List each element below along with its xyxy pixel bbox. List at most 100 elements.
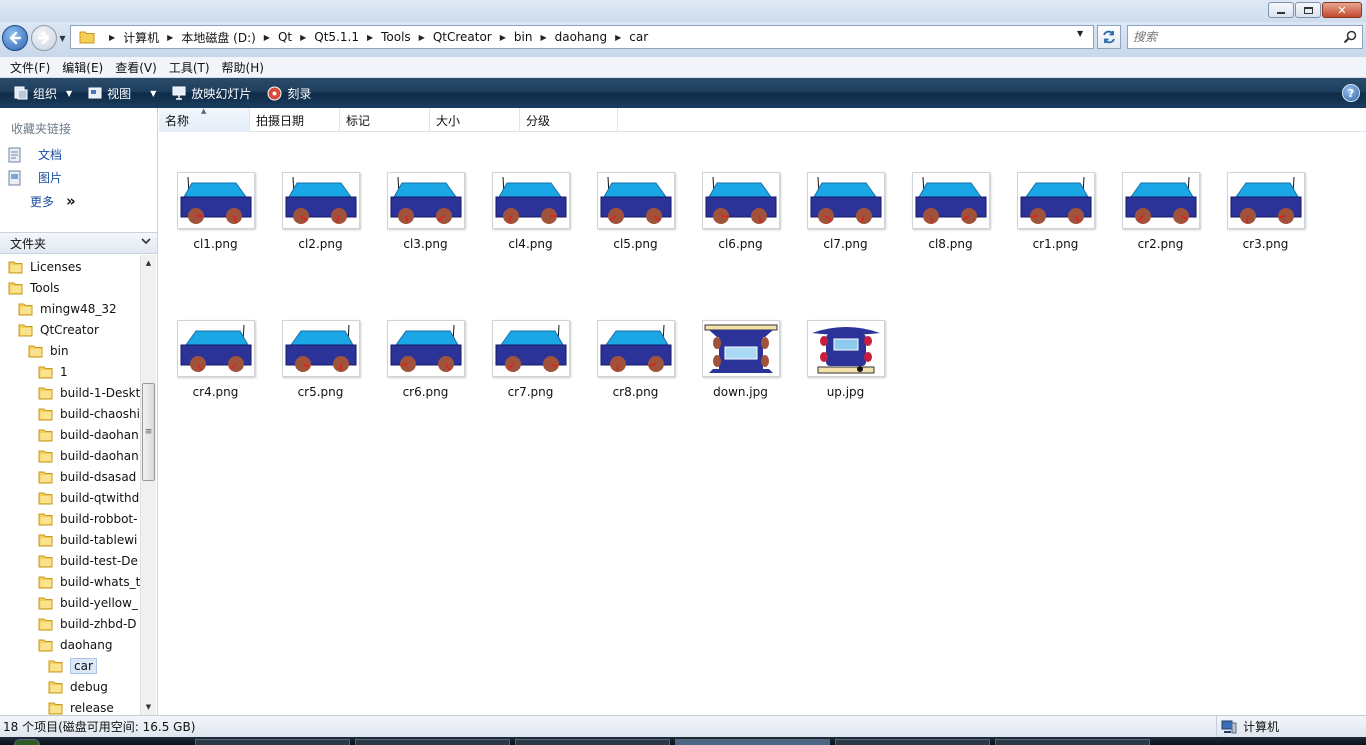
file-item[interactable]: cr8.png (583, 320, 688, 415)
file-thumbnail[interactable] (596, 320, 675, 377)
file-thumbnail[interactable] (386, 172, 465, 229)
tree-item[interactable]: build-zhbd-D (38, 613, 137, 634)
column-date-taken[interactable]: 拍摄日期 (250, 108, 340, 132)
search-input[interactable] (1133, 30, 1333, 44)
file-thumbnail[interactable] (176, 172, 255, 229)
tree-item[interactable]: daohang (38, 634, 113, 655)
file-item[interactable]: cl2.png (268, 172, 373, 267)
address-bar[interactable]: ▶ 计算机 ▶ 本地磁盘 (D:) ▶ Qt ▶ Qt5.1.1 ▶ Tools ▶ QtCreat… (70, 25, 1094, 49)
help-button[interactable]: ? (1342, 84, 1360, 102)
taskbar-button[interactable] (195, 739, 350, 745)
tree-item[interactable]: debug (48, 676, 108, 697)
tree-item[interactable]: build-yellow_ (38, 592, 138, 613)
tree-item[interactable]: build-1-Deskt (38, 382, 140, 403)
file-thumbnail[interactable] (281, 172, 360, 229)
breadcrumb-item[interactable]: Qt5.1.1 (314, 26, 359, 48)
scroll-down-button[interactable]: ▼ (141, 699, 156, 715)
breadcrumb-item[interactable]: bin (514, 26, 533, 48)
breadcrumb-separator[interactable]: ▶ (264, 33, 270, 42)
file-thumbnail[interactable] (281, 320, 360, 377)
tree-item[interactable]: build-robbot- (38, 508, 137, 529)
file-thumbnail[interactable] (806, 172, 885, 229)
file-thumbnail[interactable] (701, 320, 780, 377)
breadcrumb-separator[interactable]: ▶ (500, 33, 506, 42)
file-item[interactable]: cl1.png (163, 172, 268, 267)
maximize-button[interactable] (1295, 2, 1321, 18)
favorite-pictures[interactable]: 图片 (8, 169, 62, 186)
file-item[interactable]: up.jpg (793, 320, 898, 415)
tree-item[interactable]: build-daohan (38, 424, 139, 445)
file-thumbnail[interactable] (176, 320, 255, 377)
taskbar-button[interactable] (835, 739, 990, 745)
tree-item[interactable]: build-dsasad (38, 466, 136, 487)
start-button[interactable] (14, 739, 40, 745)
taskbar-button-active[interactable] (675, 739, 830, 745)
tree-item[interactable]: build-tablewi (38, 529, 137, 550)
file-thumbnail[interactable] (491, 320, 570, 377)
tree-item[interactable]: QtCreator (18, 319, 99, 340)
tree-item[interactable]: mingw48_32 (18, 298, 117, 319)
refresh-button[interactable] (1097, 25, 1121, 49)
folder-tree-scrollbar[interactable]: ▲ ≡ ▼ (140, 255, 156, 715)
tree-item[interactable]: car (48, 655, 97, 676)
menu-file[interactable]: 文件(F) (4, 59, 56, 76)
file-item[interactable]: cr4.png (163, 320, 268, 415)
back-button[interactable] (2, 25, 28, 51)
close-button[interactable]: ✕ (1322, 2, 1362, 18)
column-rating[interactable]: 分级 (520, 108, 618, 132)
menu-edit[interactable]: 编辑(E) (56, 59, 109, 76)
file-thumbnail[interactable] (386, 320, 465, 377)
menu-view[interactable]: 查看(V) (109, 59, 163, 76)
file-item[interactable]: cl5.png (583, 172, 688, 267)
file-item[interactable]: cr2.png (1108, 172, 1213, 267)
favorite-documents[interactable]: 文档 (8, 146, 62, 163)
breadcrumb-item[interactable]: Qt (278, 26, 292, 48)
breadcrumb-separator[interactable]: ▶ (419, 33, 425, 42)
taskbar-button[interactable] (355, 739, 510, 745)
scroll-thumb[interactable]: ≡ (142, 383, 155, 481)
file-thumbnail[interactable] (911, 172, 990, 229)
breadcrumb-item[interactable]: Tools (381, 26, 411, 48)
column-tags[interactable]: 标记 (340, 108, 430, 132)
breadcrumb-item[interactable]: 本地磁盘 (D:) (181, 26, 255, 48)
forward-button[interactable] (31, 25, 57, 51)
file-thumbnail[interactable] (596, 172, 675, 229)
file-item[interactable]: cl3.png (373, 172, 478, 267)
minimize-button[interactable] (1268, 2, 1294, 18)
breadcrumb-item[interactable]: car (629, 26, 648, 48)
tree-item[interactable]: build-test-De (38, 550, 138, 571)
tree-item[interactable]: build-whats_t (38, 571, 140, 592)
folders-header[interactable]: 文件夹 (0, 232, 157, 254)
file-thumbnail[interactable] (491, 172, 570, 229)
tree-item[interactable]: build-qtwithd (38, 487, 139, 508)
favorite-more[interactable]: 更多 » (30, 192, 76, 210)
breadcrumb-item[interactable]: 计算机 (123, 26, 159, 48)
file-item[interactable]: cr3.png (1213, 172, 1318, 267)
tree-item[interactable]: bin (28, 340, 69, 361)
column-name[interactable]: 名称 ▲ (159, 107, 250, 132)
scroll-up-button[interactable]: ▲ (141, 255, 156, 271)
slideshow-button[interactable]: 放映幻灯片 (164, 81, 259, 105)
file-thumbnail[interactable] (1016, 172, 1095, 229)
breadcrumb-separator[interactable]: ▶ (167, 33, 173, 42)
file-thumbnail[interactable] (1121, 172, 1200, 229)
breadcrumb-item[interactable]: daohang (555, 26, 608, 48)
file-thumbnail[interactable] (701, 172, 780, 229)
burn-button[interactable]: 刻录 (259, 81, 319, 105)
tree-item[interactable]: release (48, 697, 114, 715)
breadcrumb-separator[interactable]: ▶ (367, 33, 373, 42)
taskbar-button[interactable] (515, 739, 670, 745)
file-item[interactable]: cr1.png (1003, 172, 1108, 267)
tree-item[interactable]: Licenses (8, 256, 82, 277)
organize-button[interactable]: 组织 ▼ (6, 81, 80, 105)
views-button[interactable]: 视图 ▼ (80, 81, 164, 105)
file-thumbnail[interactable] (1226, 172, 1305, 229)
address-dropdown[interactable]: ▼ (1077, 29, 1083, 38)
file-item[interactable]: cr7.png (478, 320, 583, 415)
tree-item[interactable]: Tools (8, 277, 60, 298)
file-item[interactable]: cl6.png (688, 172, 793, 267)
file-thumbnail[interactable] (806, 320, 885, 377)
breadcrumb-separator[interactable]: ▶ (300, 33, 306, 42)
breadcrumb-item[interactable]: QtCreator (433, 26, 492, 48)
column-size[interactable]: 大小 (430, 108, 520, 132)
